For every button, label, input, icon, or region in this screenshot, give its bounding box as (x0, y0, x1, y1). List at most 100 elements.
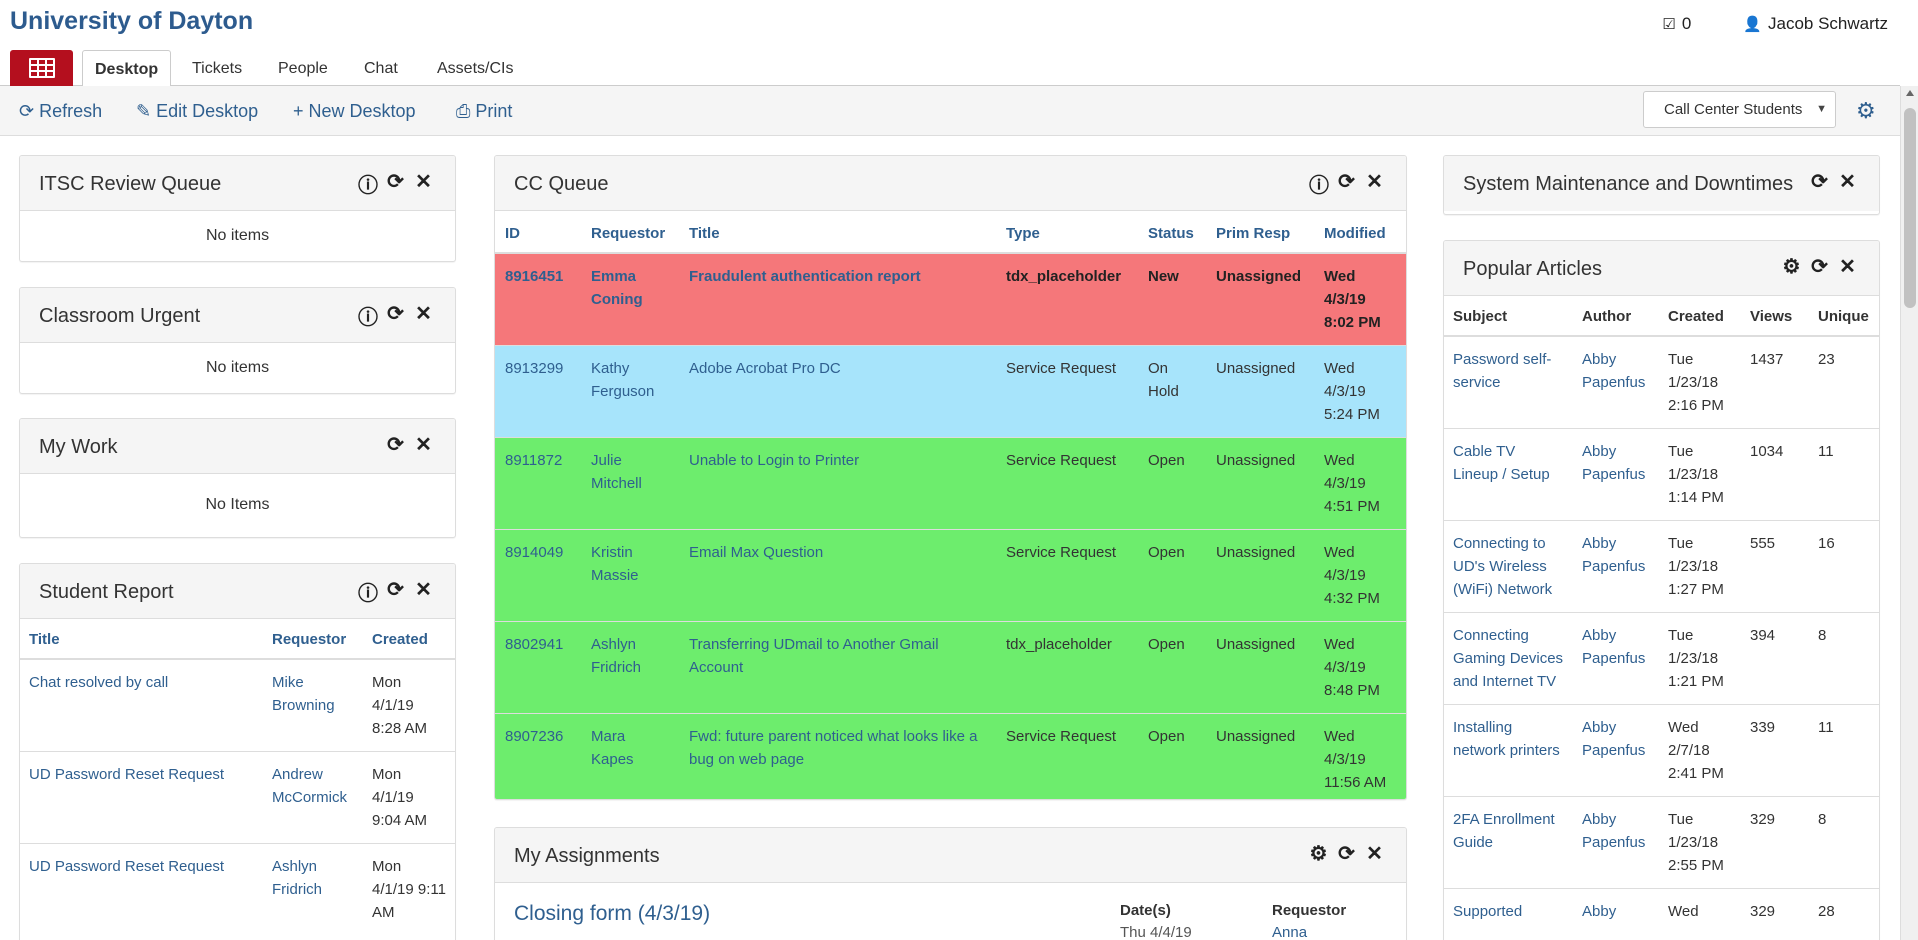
close-icon[interactable]: ✕ (1838, 254, 1857, 279)
article-subject-link[interactable]: Cable TV Lineup / Setup (1444, 428, 1573, 521)
column-header-title[interactable]: Title (679, 211, 996, 254)
ticket-title-link[interactable]: Fraudulent authentication report (679, 252, 996, 346)
print-button[interactable]: ⎙ Print (456, 101, 512, 122)
article-subject-link[interactable]: 2FA Enrollment Guide (1444, 796, 1573, 889)
author-link[interactable]: Abby (1573, 888, 1659, 934)
scroll-up-arrow[interactable] (1906, 90, 1914, 96)
ticket-title-link[interactable]: Unable to Login to Printer (679, 437, 996, 530)
system-maintenance-panel: System Maintenance and Downtimes ⟳ ✕ (1443, 155, 1880, 215)
column-header-id[interactable]: ID (495, 211, 581, 254)
tab-people[interactable]: People (266, 50, 340, 86)
report-title-link[interactable]: UD Password Reset Request (20, 843, 263, 935)
tab-chat[interactable]: Chat (352, 50, 410, 86)
author-link[interactable]: Abby Papenfus (1573, 428, 1659, 521)
report-title-link[interactable]: Chat resolved by call (20, 658, 263, 752)
refresh-icon[interactable]: ⟳ (1810, 254, 1829, 279)
tasks-count: 0 (1681, 14, 1692, 33)
table-row: UD Password Reset Request Ashlyn Fridric… (20, 843, 455, 935)
requestor-link[interactable]: Anna (1272, 924, 1307, 940)
type-cell: tdx_placeholder (996, 252, 1138, 346)
tab-assets[interactable]: Assets/CIs (425, 50, 525, 86)
ticket-title-link[interactable]: Email Max Question (679, 529, 996, 622)
author-link[interactable]: Abby Papenfus (1573, 335, 1659, 429)
article-subject-link[interactable]: Installing network printers (1444, 704, 1573, 797)
requestor-link[interactable]: Kathy Ferguson (581, 345, 679, 438)
applications-button[interactable] (10, 50, 73, 86)
refresh-button[interactable]: ⟳ Refresh (19, 101, 102, 122)
gear-icon[interactable]: ⚙ (1309, 841, 1328, 866)
article-subject-link[interactable]: Connecting to UD's Wireless (WiFi) Netwo… (1444, 520, 1573, 613)
ticket-title-link[interactable]: Transferring UDmail to Another Gmail Acc… (679, 621, 996, 714)
requestor-link[interactable]: Emma Coning (581, 252, 679, 346)
column-header-modified[interactable]: Modified (1314, 211, 1406, 254)
info-icon[interactable]: ⓘ (358, 301, 378, 330)
article-subject-link[interactable]: Password self-service (1444, 335, 1573, 429)
close-icon[interactable]: ✕ (414, 432, 433, 457)
author-link[interactable]: Abby Papenfus (1573, 704, 1659, 797)
requestor-link[interactable]: Andrew McCormick (263, 751, 363, 844)
close-icon[interactable]: ✕ (414, 301, 433, 330)
requestor-link[interactable]: Mike Browning (263, 658, 363, 752)
column-header-type[interactable]: Type (996, 211, 1138, 254)
requestor-link[interactable]: Kristin Massie (581, 529, 679, 622)
ticket-id-link[interactable]: 8907236 (495, 713, 581, 799)
ticket-id-link[interactable]: 8913299 (495, 345, 581, 438)
user-menu[interactable]: 👤 Jacob Schwartz (1743, 14, 1888, 34)
ticket-title-link[interactable]: Adobe Acrobat Pro DC (679, 345, 996, 438)
report-title-link[interactable]: UD Password Reset Request (20, 751, 263, 844)
new-desktop-button[interactable]: + New Desktop (293, 101, 416, 122)
info-icon[interactable]: ⓘ (358, 577, 378, 606)
requestor-link[interactable]: Ashlyn Fridrich (581, 621, 679, 714)
requestor-link[interactable]: Julie Mitchell (581, 437, 679, 530)
brand-title[interactable]: University of Dayton (10, 7, 253, 36)
tasks-indicator[interactable]: ☑ 0 (1662, 14, 1691, 34)
type-cell: Service Request (996, 529, 1138, 622)
panel-title: Classroom Urgent (39, 305, 201, 327)
ticket-id-link[interactable]: 8914049 (495, 529, 581, 622)
refresh-icon[interactable]: ⟳ (1810, 169, 1829, 194)
refresh-icon[interactable]: ⟳ (386, 169, 405, 198)
tab-desktop[interactable]: Desktop (82, 50, 172, 87)
ticket-title-link[interactable]: Fwd: future parent noticed what looks li… (679, 713, 996, 799)
column-header-status[interactable]: Status (1138, 211, 1206, 254)
article-subject-link[interactable]: Supported (1444, 888, 1573, 934)
refresh-icon[interactable]: ⟳ (1337, 841, 1356, 866)
article-subject-link[interactable]: Connecting Gaming Devices and Internet T… (1444, 612, 1573, 705)
refresh-icon[interactable]: ⟳ (386, 301, 405, 330)
refresh-icon[interactable]: ⟳ (386, 432, 405, 457)
column-header-title[interactable]: Title (20, 619, 263, 660)
edit-desktop-label: Edit Desktop (156, 101, 259, 121)
author-link[interactable]: Abby Papenfus (1573, 796, 1659, 889)
requestor-link[interactable]: Ashlyn Fridrich (263, 843, 363, 935)
close-icon[interactable]: ✕ (1838, 169, 1857, 194)
column-header-requestor[interactable]: Requestor (263, 619, 363, 660)
page-scrollbar[interactable] (1900, 86, 1918, 940)
author-link[interactable]: Abby Papenfus (1573, 612, 1659, 705)
refresh-icon[interactable]: ⟳ (386, 577, 405, 606)
desktop-select[interactable]: Call Center Students ▼ (1643, 91, 1836, 128)
ticket-id-link[interactable]: 8916451 (495, 252, 581, 346)
ticket-id-link[interactable]: 8911872 (495, 437, 581, 530)
info-icon[interactable]: ⓘ (1309, 169, 1329, 198)
close-icon[interactable]: ✕ (1365, 169, 1384, 198)
author-link[interactable]: Abby Papenfus (1573, 520, 1659, 613)
scroll-thumb[interactable] (1904, 108, 1916, 308)
tab-tickets[interactable]: Tickets (180, 50, 254, 86)
ticket-row: 8913299 Kathy Ferguson Adobe Acrobat Pro… (495, 345, 1406, 438)
close-icon[interactable]: ✕ (1365, 841, 1384, 866)
assignment-title-link[interactable]: Closing form (4/3/19) (514, 902, 710, 926)
header-right: ☑ 0 👤 Jacob Schwartz (1662, 14, 1888, 34)
ticket-id-link[interactable]: 8802941 (495, 621, 581, 714)
gear-icon[interactable]: ⚙ (1856, 98, 1876, 124)
refresh-icon[interactable]: ⟳ (1337, 169, 1356, 198)
column-header-prim-resp[interactable]: Prim Resp (1206, 211, 1314, 254)
edit-desktop-button[interactable]: ✎ Edit Desktop (136, 101, 258, 122)
column-header-created[interactable]: Created (363, 619, 455, 660)
info-icon[interactable]: ⓘ (358, 169, 378, 198)
created-cell: Tue 1/23/18 1:21 PM (1659, 612, 1741, 705)
gear-icon[interactable]: ⚙ (1782, 254, 1801, 279)
close-icon[interactable]: ✕ (414, 169, 433, 198)
requestor-link[interactable]: Mara Kapes (581, 713, 679, 799)
close-icon[interactable]: ✕ (414, 577, 433, 606)
column-header-requestor[interactable]: Requestor (581, 211, 679, 254)
